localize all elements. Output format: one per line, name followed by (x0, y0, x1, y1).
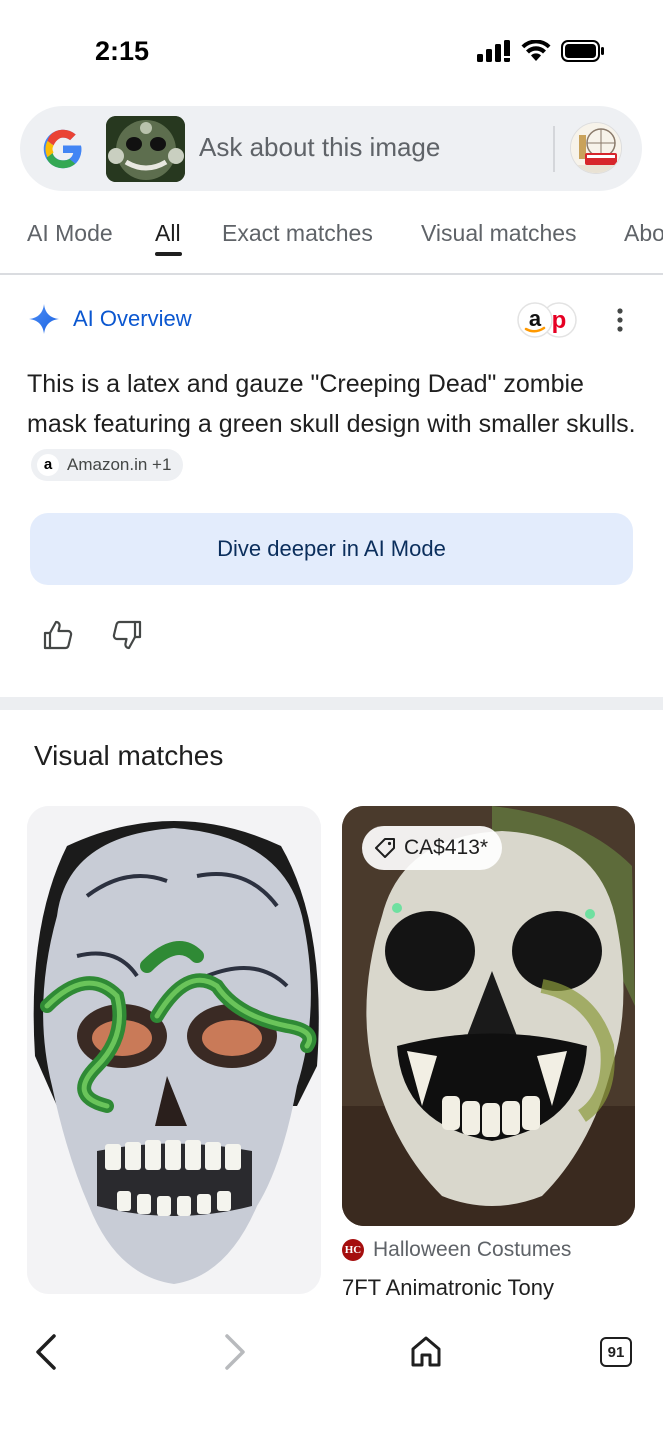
svg-text:p: p (552, 307, 567, 334)
chevron-left-icon (36, 1334, 56, 1370)
tab-exact-matches[interactable]: Exact matches (222, 220, 373, 247)
chevron-right-icon (225, 1334, 245, 1370)
visual-match-card-2[interactable]: CA$413* (342, 806, 635, 1226)
source-chip-label: Amazon.in +1 (67, 455, 172, 475)
visual-matches-title: Visual matches (34, 740, 224, 771)
cellular-signal-icon (477, 40, 510, 62)
status-time: 2:15 (95, 36, 150, 66)
ai-sources-badge[interactable]: p a (516, 301, 578, 339)
svg-text:a: a (529, 306, 542, 331)
wifi-icon (521, 40, 551, 61)
status-icons (477, 40, 605, 62)
ai-overview-body: This is a latex and gauze "Creeping Dead… (27, 370, 636, 438)
price-label: CA$413* (404, 836, 489, 859)
source-chip[interactable]: a Amazon.in +1 (31, 449, 184, 482)
ai-overview-title: AI Overview (73, 306, 192, 331)
halloween-costumes-favicon: HC (342, 1239, 364, 1261)
visual-match-card-1[interactable] (27, 806, 321, 1294)
tab-count: 91 (600, 1337, 632, 1367)
thumbs-down-icon[interactable] (110, 618, 144, 652)
tab-ai-mode[interactable]: AI Mode (27, 220, 113, 247)
tabs-button[interactable]: 91 (594, 1330, 638, 1374)
sparkle-icon (29, 304, 59, 334)
status-bar: 2:15 (0, 0, 663, 100)
price-chip: CA$413* (362, 826, 503, 870)
dive-deeper-button[interactable]: Dive deeper in AI Mode (30, 513, 633, 585)
tab-visual-matches[interactable]: Visual matches (421, 220, 577, 247)
search-bar[interactable]: Ask about this image (20, 106, 642, 191)
tab-about[interactable]: Abo (624, 220, 663, 247)
card-2-title[interactable]: 7FT Animatronic Tony (342, 1275, 554, 1301)
zombie-mask-thumbnail-icon (106, 116, 185, 182)
results-tabs: AI Mode All Exact matches Visual matches… (0, 200, 663, 275)
home-button[interactable] (404, 1330, 448, 1374)
amazon-icon: a (37, 454, 59, 477)
latex-zombie-mask-image (27, 806, 321, 1294)
home-icon (411, 1336, 441, 1367)
amazon-pinterest-sources-icon: p a (517, 302, 577, 338)
tab-active-indicator (155, 252, 182, 256)
google-g-logo (43, 129, 82, 169)
london-avatar-icon (571, 123, 621, 173)
card-2-source-name: Halloween Costumes (373, 1238, 572, 1261)
search-input[interactable]: Ask about this image (199, 132, 440, 163)
card-2-source: HC Halloween Costumes (342, 1238, 571, 1262)
more-vert-icon[interactable] (608, 304, 632, 336)
back-button[interactable] (24, 1330, 68, 1374)
price-tag-icon (375, 838, 395, 858)
image-thumbnail[interactable] (106, 116, 185, 182)
section-divider (0, 697, 663, 710)
tab-all[interactable]: All (155, 220, 181, 247)
ai-overview-text: This is a latex and gauze "Creeping Dead… (27, 364, 637, 484)
search-divider (553, 126, 555, 172)
battery-icon (561, 40, 604, 62)
forward-button[interactable] (213, 1330, 257, 1374)
ai-overview-header: AI Overview (28, 303, 192, 335)
thumbs-up-icon[interactable] (41, 618, 75, 652)
bottom-navigation: 91 (0, 1308, 663, 1440)
avatar[interactable] (570, 122, 622, 174)
